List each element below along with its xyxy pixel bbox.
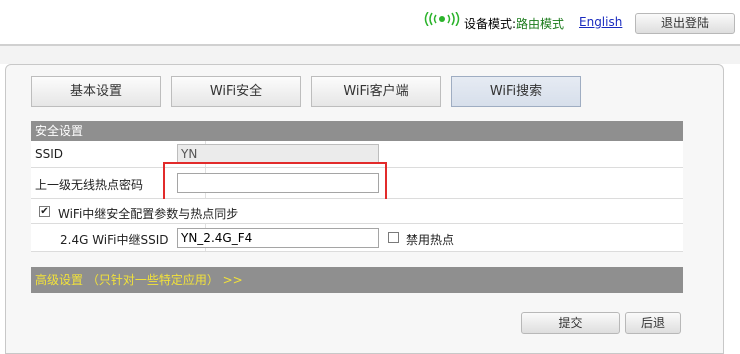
tab-wifi-client[interactable]: WiFi客户端 — [311, 76, 441, 107]
top-bar: 设备模式:路由模式 English 退出登陆 — [0, 0, 740, 44]
wifi-signal-icon — [424, 12, 460, 26]
back-button[interactable]: 后退 — [625, 312, 681, 334]
logout-button[interactable]: 退出登陆 — [635, 13, 735, 34]
submit-button[interactable]: 提交 — [521, 312, 620, 334]
sync-label: WiFi中继安全配置参数与热点同步 — [58, 207, 239, 221]
highlight-box — [163, 162, 387, 202]
header-strip — [0, 46, 740, 64]
ssid-field — [177, 144, 379, 164]
advanced-settings-link[interactable]: 高级设置 （只针对一些特定应用） >> — [31, 267, 683, 293]
repeater-ssid-field[interactable] — [177, 228, 379, 248]
sync-checkbox[interactable]: ✔ — [39, 206, 50, 217]
security-section-header: 安全设置 — [31, 121, 683, 141]
language-link[interactable]: English — [579, 15, 622, 29]
ssid-label: SSID — [35, 147, 64, 161]
tab-wifi-search[interactable]: WiFi搜索 — [451, 76, 581, 107]
tab-wifi-security[interactable]: WiFi安全 — [171, 76, 301, 107]
repeater-ssid-label: 2.4G WiFi中继SSID — [60, 233, 169, 247]
disable-hotspot-checkbox[interactable] — [388, 232, 399, 243]
tab-basic-settings[interactable]: 基本设置 — [31, 76, 161, 107]
device-mode-value: 路由模式 — [516, 17, 565, 31]
sync-row: ✔ WiFi中继安全配置参数与热点同步 — [31, 199, 683, 224]
upper-password-label: 上一级无线热点密码 — [35, 178, 144, 192]
disable-hotspot-label: 禁用热点 — [406, 233, 455, 247]
device-mode-label: 设备模式:路由模式 — [464, 17, 565, 31]
repeater-ssid-row: 2.4G WiFi中继SSID 禁用热点 — [31, 224, 683, 252]
